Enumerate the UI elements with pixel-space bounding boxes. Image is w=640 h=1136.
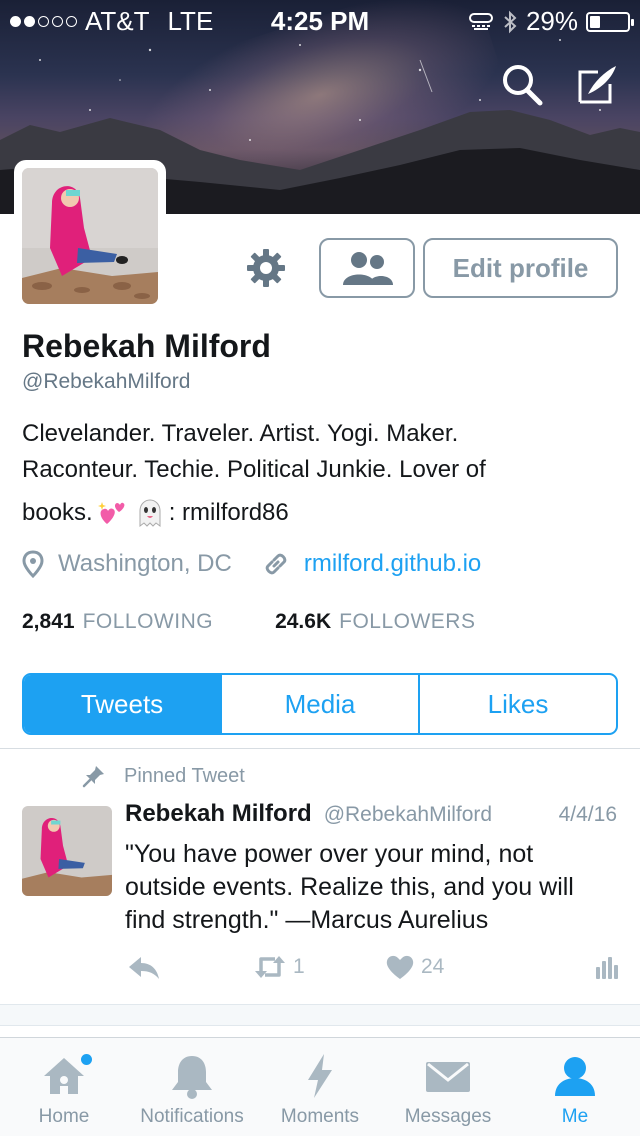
bio-line: books. [22,499,93,526]
pinned-label: Pinned Tweet [82,764,245,788]
tab-likes[interactable]: Likes [418,675,616,733]
bio-line: Raconteur. Techie. Political Junkie. Lov… [22,456,486,483]
tab-notifications[interactable]: Notifications [126,1038,258,1136]
follow-counts: 2,841 FOLLOWING 24.6K FOLLOWERS [22,610,537,634]
lightning-icon [308,1054,332,1098]
profile-name: Rebekah Milford [22,328,271,364]
avatar-photo [22,168,158,304]
tab-moments[interactable]: Moments [270,1038,370,1136]
divider [0,748,640,749]
tweet-avatar[interactable] [22,806,112,896]
tweet-author-name[interactable]: Rebekah Milford [125,800,312,828]
tweet-header: Rebekah Milford @RebekahMilford 4/4/16 [125,800,617,828]
sparkling-hearts-icon [97,502,125,524]
reply-button[interactable] [127,953,161,981]
compose-tweet-icon[interactable] [574,62,618,106]
battery-icon [586,11,634,32]
analytics-icon [596,957,618,979]
tweet-date: 4/4/16 [558,803,617,826]
search-icon[interactable] [500,62,544,106]
reply-icon [129,957,159,979]
tab-me[interactable]: Me [540,1038,610,1136]
retweet-count: 1 [293,955,305,978]
pin-icon [82,766,104,788]
tab-tweets[interactable]: Tweets [24,675,220,733]
retweet-button[interactable]: 1 [253,953,305,981]
bell-icon [172,1056,212,1099]
tab-home[interactable]: Home [20,1038,108,1136]
profile-website-link[interactable]: rmilford.github.io [304,550,481,578]
tty-icon [468,12,493,30]
location-pin-icon [22,550,44,578]
analytics-button[interactable] [595,953,619,981]
following-count[interactable]: 2,841 FOLLOWING [22,610,213,634]
profile-avatar[interactable] [14,160,166,312]
edit-profile-button[interactable]: Edit profile [423,238,618,298]
bluetooth-icon [504,10,517,33]
like-button[interactable]: 24 [385,953,444,981]
tab-messages[interactable]: Messages [392,1038,504,1136]
profile-bio: Clevelander. Traveler. Artist. Yogi. Mak… [22,416,602,538]
link-icon [265,553,287,575]
like-count: 24 [421,955,445,978]
profile-location: Washington, DC [58,550,232,577]
lists-button[interactable] [319,238,415,298]
person-icon [555,1057,595,1096]
status-bar: AT&T LTE 4:25 PM 29% [0,0,640,40]
followers-count[interactable]: 24.6K FOLLOWERS [275,610,475,634]
timeline-separator [0,1004,640,1026]
ghost-icon [139,499,161,527]
tab-media[interactable]: Media [220,675,418,733]
notification-dot [81,1054,92,1065]
profile-handle: @RebekahMilford [22,370,191,393]
tweet-text[interactable]: "You have power over your mind, not outs… [125,838,617,937]
profile-meta: Washington, DC rmilford.github.io [22,550,481,578]
retweet-icon [255,956,285,978]
tweet-actions: 1 24 [125,953,620,987]
bio-line: Clevelander. Traveler. Artist. Yogi. Mak… [22,420,459,447]
bottom-tab-bar: Home Notifications Moments Messages Me [0,1037,640,1136]
battery-percentage: 29% [525,6,578,36]
bio-line: : rmilford86 [168,499,289,526]
profile-tabs: Tweets Media Likes [22,673,618,735]
envelope-icon [426,1062,470,1092]
tweet-author-handle: @RebekahMilford [323,803,493,826]
people-icon [343,252,393,285]
heart-icon [386,955,414,979]
settings-gear-icon[interactable] [245,247,287,289]
